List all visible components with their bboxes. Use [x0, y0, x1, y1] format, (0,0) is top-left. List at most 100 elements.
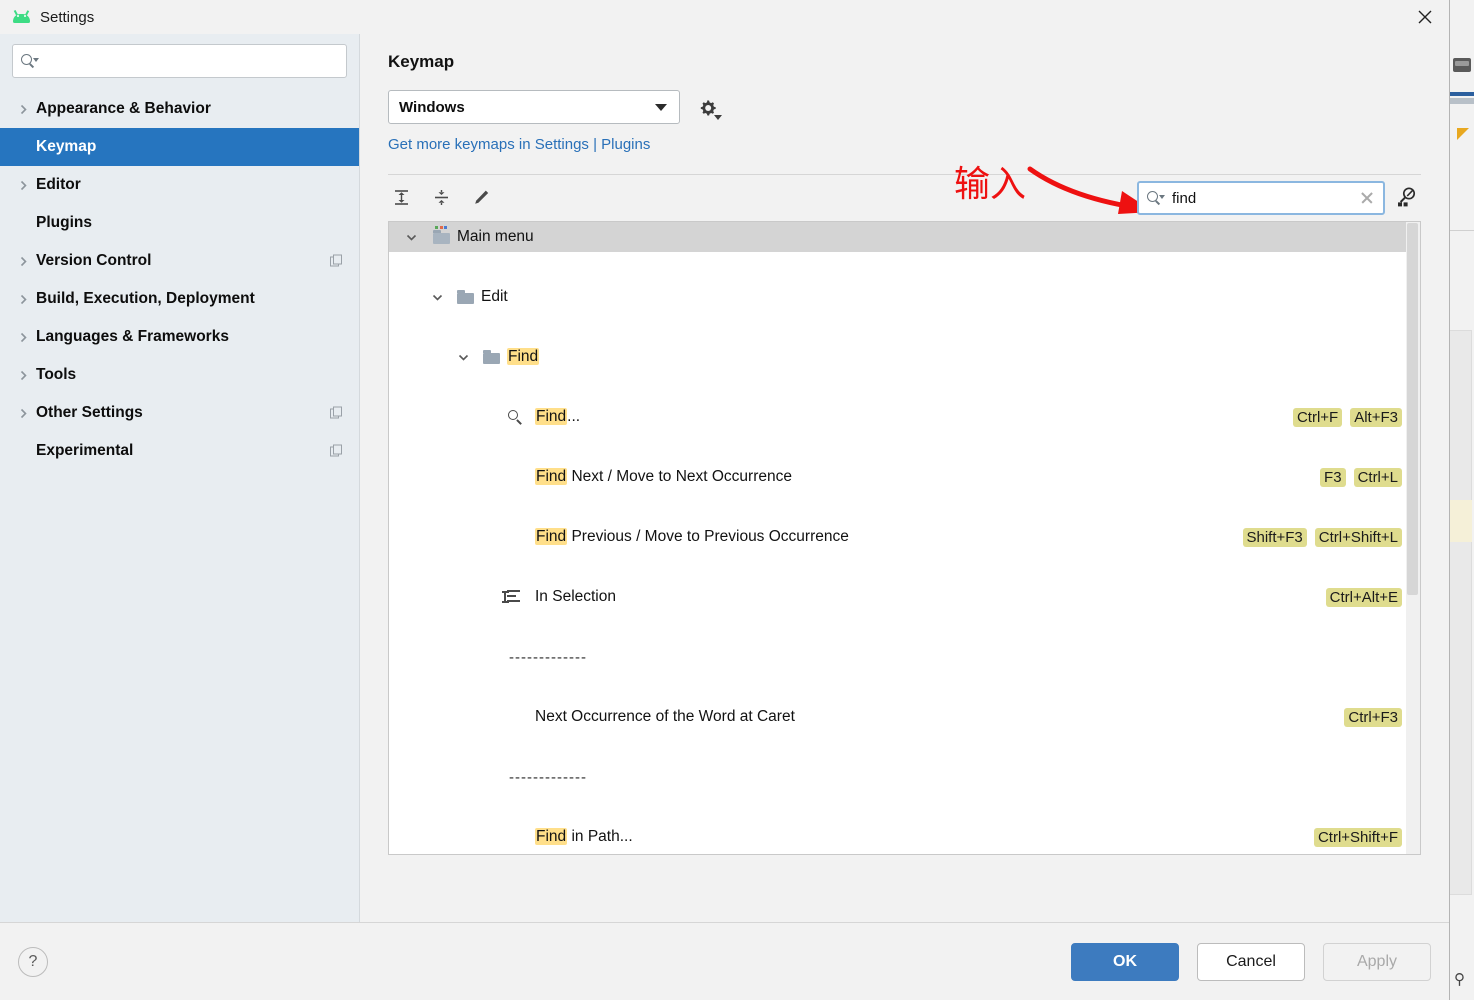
chevron-right-icon	[14, 294, 32, 305]
chevron-down-icon[interactable]	[455, 349, 471, 365]
tree-row-label: Find Next / Move to Next Occurrence	[535, 468, 792, 485]
close-icon[interactable]	[1401, 0, 1449, 34]
sidebar-item-label: Keymap	[36, 138, 97, 155]
tree-row-label: Edit	[481, 288, 508, 305]
keymap-tree-rows: Main menu Edit Find Find... Ctrl+F Alt+F…	[389, 222, 1420, 854]
cancel-button[interactable]: Cancel	[1197, 942, 1305, 981]
table-row[interactable]: Find	[389, 342, 1420, 372]
table-row[interactable]: In Selection Ctrl+Alt+E	[389, 582, 1420, 612]
clear-icon[interactable]	[1359, 190, 1375, 206]
sidebar-search-box[interactable]	[12, 44, 347, 78]
tree-row-label: Find Previous / Move to Previous Occurre…	[535, 528, 849, 545]
help-icon[interactable]: ?	[18, 946, 48, 977]
sidebar-item-plugins[interactable]: Plugins	[0, 204, 359, 242]
project-scope-icon	[330, 406, 343, 420]
edit-shortcut-icon[interactable]	[468, 184, 494, 210]
table-row[interactable]: Edit	[389, 282, 1420, 312]
chevron-right-icon	[14, 332, 32, 343]
table-row-separator: -------------	[389, 762, 1420, 792]
in-selection-icon	[501, 590, 525, 608]
shortcut-list: Ctrl+F Alt+F3	[1292, 407, 1402, 427]
sidebar-item-label: Build, Execution, Deployment	[36, 290, 255, 307]
sidebar-item-label: Other Settings	[36, 404, 143, 421]
shortcut-badge: Shift+F3	[1242, 527, 1307, 547]
sidebar-item-version-control[interactable]: Version Control	[0, 242, 359, 280]
shortcut-list: Ctrl+F3	[1344, 707, 1402, 727]
sidebar-item-build-execution-deployment[interactable]: Build, Execution, Deployment	[0, 280, 359, 318]
search-icon	[1147, 190, 1165, 206]
tree-row-label: Main menu	[457, 228, 534, 245]
chevron-right-icon	[14, 370, 32, 381]
chevron-right-icon	[14, 408, 32, 419]
sidebar-list: Appearance & Behavior Keymap Editor Plug…	[0, 90, 359, 470]
sidebar-item-other-settings[interactable]: Other Settings	[0, 394, 359, 432]
sidebar-item-label: Version Control	[36, 252, 152, 269]
get-more-keymaps-link[interactable]: Get more keymaps in Settings | Plugins	[388, 136, 650, 153]
keymap-search-area: find	[1137, 181, 1421, 215]
keymap-pane: Keymap Windows Get more keymaps in Setti…	[360, 34, 1449, 922]
sidebar-item-label: Plugins	[36, 214, 92, 231]
page-title: Keymap	[388, 52, 455, 71]
project-scope-icon	[330, 444, 343, 458]
tree-scrollbar-thumb[interactable]	[1407, 223, 1418, 595]
gear-icon[interactable]	[694, 94, 722, 120]
keymap-tree[interactable]: Main menu Edit Find Find... Ctrl+F Alt+F…	[388, 221, 1421, 855]
chevron-down-icon[interactable]	[403, 229, 419, 245]
settings-sidebar: Appearance & Behavior Keymap Editor Plug…	[0, 34, 360, 922]
tree-scrollbar[interactable]	[1406, 222, 1420, 854]
expand-all-icon[interactable]	[388, 184, 414, 210]
shortcut-badge: Ctrl+F3	[1344, 707, 1402, 727]
collapse-all-icon[interactable]	[428, 184, 454, 210]
shortcut-badge: Ctrl+L	[1353, 467, 1402, 487]
shortcut-list: Ctrl+Shift+F	[1313, 827, 1402, 847]
table-row[interactable]: Find Previous / Move to Previous Occurre…	[389, 522, 1420, 552]
keymap-search-box[interactable]: find	[1137, 181, 1385, 215]
table-row[interactable]: Find... Ctrl+F Alt+F3	[389, 402, 1420, 432]
chevron-down-icon	[714, 115, 722, 120]
shortcut-badge: Ctrl+Shift+F	[1313, 827, 1402, 847]
sidebar-item-keymap[interactable]: Keymap	[0, 128, 359, 166]
tree-row-label: Find...	[535, 408, 581, 425]
sidebar-item-label: Tools	[36, 366, 77, 383]
annotation-overlay: 输入	[954, 164, 1154, 214]
dialog-footer: ? OK Cancel Apply	[0, 922, 1449, 1000]
search-icon	[21, 53, 39, 69]
table-row-separator: -------------	[389, 642, 1420, 672]
keymap-select[interactable]: Windows	[388, 90, 680, 124]
sidebar-item-experimental[interactable]: Experimental	[0, 432, 359, 470]
find-by-shortcut-icon[interactable]	[1395, 185, 1421, 211]
shortcut-badge: Ctrl+F	[1292, 407, 1343, 427]
tree-row-label: Next Occurrence of the Word at Caret	[535, 708, 795, 725]
keymap-toolbar: 输入 find	[388, 166, 1421, 219]
table-row[interactable]: Main menu	[389, 222, 1420, 252]
chevron-down-icon	[655, 104, 667, 111]
sidebar-item-label: Editor	[36, 176, 81, 193]
keymap-search-value: find	[1172, 189, 1197, 207]
annotation-text: 输入	[954, 164, 1027, 205]
shortcut-badge: F3	[1320, 467, 1346, 487]
sidebar-search-input[interactable]	[44, 52, 338, 70]
keymap-selector-row: Windows	[388, 90, 1421, 124]
shortcut-badge: Ctrl+Alt+E	[1325, 587, 1402, 607]
sidebar-item-label: Appearance & Behavior	[36, 100, 211, 117]
sidebar-item-tools[interactable]: Tools	[0, 356, 359, 394]
chevron-right-icon	[14, 256, 32, 267]
table-row[interactable]: Next Occurrence of the Word at Caret Ctr…	[389, 702, 1420, 732]
main-menu-folder-icon	[433, 226, 451, 248]
table-row[interactable]: Find in Path... Ctrl+Shift+F	[389, 822, 1420, 852]
sidebar-item-appearance-behavior[interactable]: Appearance & Behavior	[0, 90, 359, 128]
sidebar-item-editor[interactable]: Editor	[0, 166, 359, 204]
shortcut-list: F3 Ctrl+L	[1320, 467, 1402, 487]
table-row[interactable]: Find Next / Move to Next Occurrence F3 C…	[389, 462, 1420, 492]
tree-separator: -------------	[509, 768, 587, 786]
background-toolwindow-icon	[1453, 58, 1471, 72]
dialog-body: Appearance & Behavior Keymap Editor Plug…	[0, 34, 1449, 922]
ok-button[interactable]: OK	[1071, 942, 1179, 981]
sidebar-item-label: Languages & Frameworks	[36, 328, 229, 345]
sidebar-item-languages-frameworks[interactable]: Languages & Frameworks	[0, 318, 359, 356]
background-bottom-icon: ⚲	[1454, 971, 1465, 988]
chevron-down-icon[interactable]	[429, 289, 445, 305]
tree-row-label: Find in Path...	[535, 828, 633, 845]
android-robot-icon	[10, 6, 32, 28]
search-icon	[507, 409, 525, 427]
